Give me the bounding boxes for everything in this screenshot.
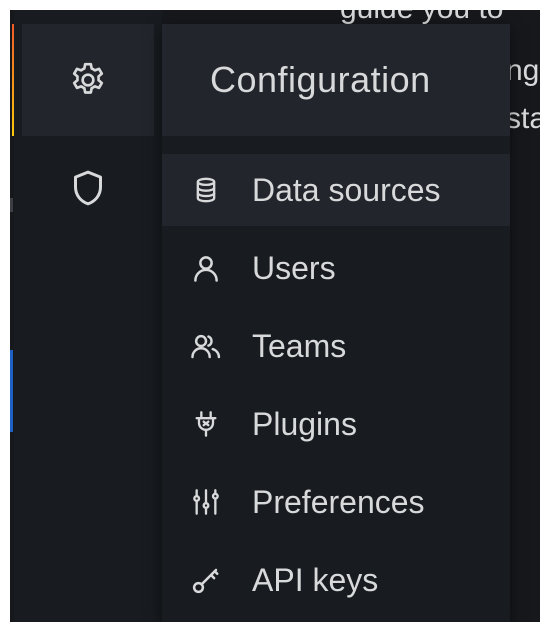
menu-item-label: Data sources [252, 171, 441, 208]
plug-icon [190, 408, 222, 440]
menu-item-label: Plugins [252, 405, 357, 442]
menu-item-users[interactable]: Users [162, 232, 510, 304]
menu-item-label: Preferences [252, 483, 425, 520]
sidebar-item-server-admin[interactable] [22, 148, 154, 228]
user-icon [190, 252, 222, 284]
edge-marker [10, 198, 13, 212]
menu-item-label: Teams [252, 327, 347, 364]
background-text: ng [506, 54, 540, 87]
menu-item-data-sources[interactable]: Data sources [162, 154, 510, 226]
sidebar-item-configuration[interactable] [22, 24, 154, 136]
menu-item-plugins[interactable]: Plugins [162, 388, 510, 460]
menu-item-teams[interactable]: Teams [162, 310, 510, 382]
sliders-icon [190, 486, 222, 518]
sidebar [14, 10, 162, 622]
menu-title: Configuration [210, 59, 431, 100]
menu-header[interactable]: Configuration [162, 24, 510, 136]
background-text: sta [506, 102, 540, 135]
menu-item-api-keys[interactable]: API keys [162, 544, 510, 616]
edge-marker-blue [10, 350, 13, 432]
gear-icon [68, 60, 108, 100]
menu-item-label: Users [252, 249, 336, 286]
key-icon [190, 564, 222, 596]
app-frame: guide you to ng sta Configuration [10, 10, 540, 622]
shield-icon [68, 168, 108, 208]
configuration-menu: Configuration Data sources Users Teams P… [162, 24, 510, 622]
menu-item-preferences[interactable]: Preferences [162, 466, 510, 538]
menu-item-label: API keys [252, 561, 379, 598]
database-icon [190, 174, 222, 206]
users-icon [190, 330, 222, 362]
